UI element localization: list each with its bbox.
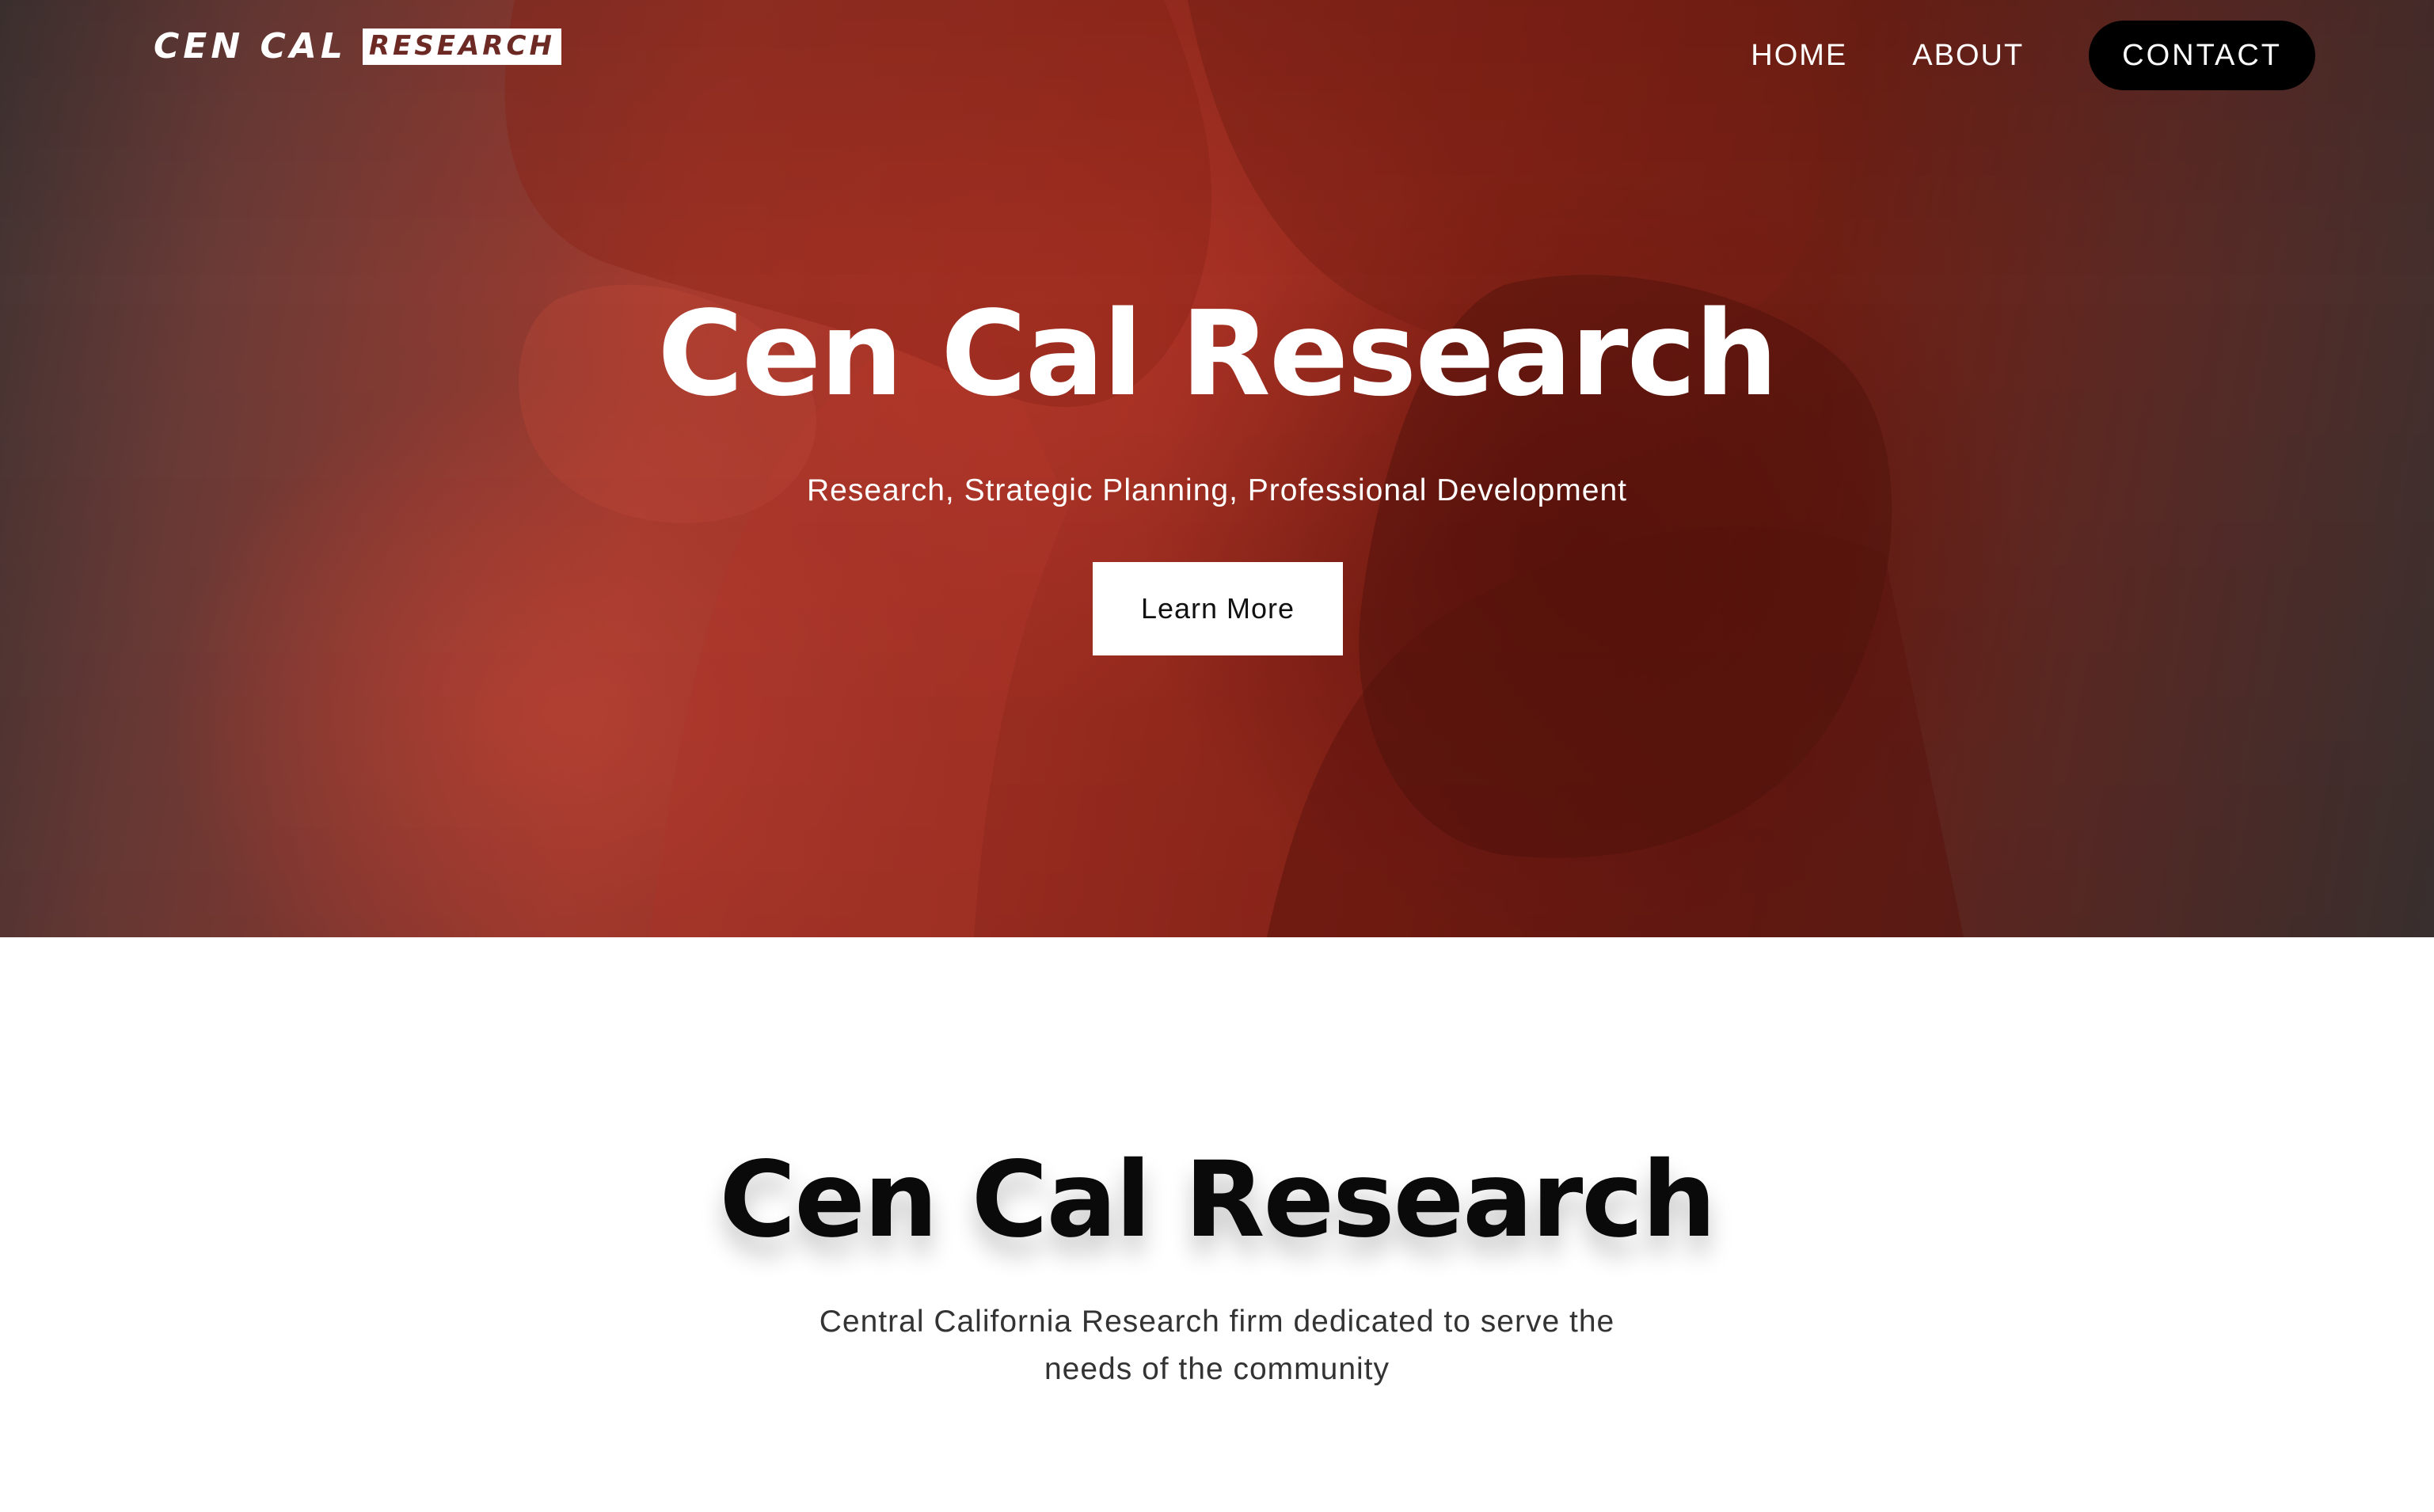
nav-contact-button[interactable]: CONTACT — [2089, 21, 2315, 90]
hero-subtitle: Research, Strategic Planning, Profession… — [806, 473, 1628, 507]
learn-more-button[interactable]: Learn More — [1093, 562, 1343, 655]
nav-home-link[interactable]: HOME — [1751, 39, 1847, 73]
logo-text: CEN CAL — [154, 26, 347, 66]
nav-about-link[interactable]: ABOUT — [1912, 39, 2024, 73]
hero-title: Cen Cal Research — [657, 286, 1778, 422]
site-logo[interactable]: CEN CAL RESEARCH — [154, 27, 561, 66]
intro-title: Cen Cal Research — [719, 1139, 1716, 1261]
logo-box-text: RESEARCH — [362, 28, 561, 65]
intro-description: Central California Research firm dedicat… — [819, 1305, 1615, 1386]
hero-section: CEN CAL RESEARCH HOME ABOUT CONTACT Cen … — [0, 0, 2434, 937]
main-nav: HOME ABOUT CONTACT — [1751, 21, 2315, 90]
